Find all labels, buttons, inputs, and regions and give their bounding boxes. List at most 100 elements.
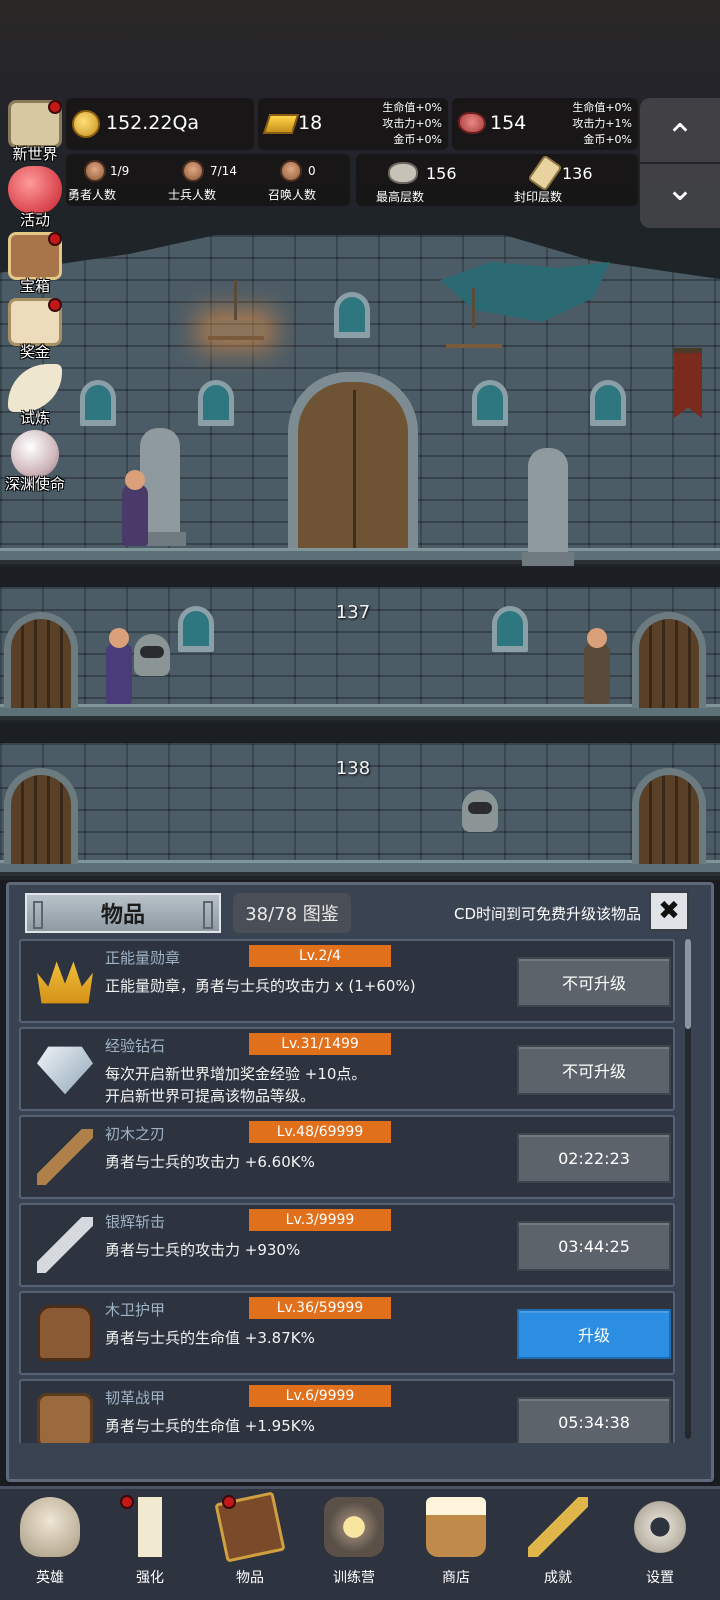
- window: [492, 606, 528, 652]
- floor-up-button[interactable]: ⌃: [640, 98, 720, 162]
- upgrade-button[interactable]: 升级: [517, 1309, 671, 1359]
- lantern-icon: [324, 1497, 384, 1557]
- gold-bonus-atk: 攻击力+0%: [382, 117, 442, 130]
- summon-icon: [280, 160, 302, 182]
- summon-count: 0: [308, 164, 316, 178]
- nav-shop[interactable]: 商店: [406, 1489, 506, 1600]
- nav-achievements[interactable]: 成就: [508, 1489, 608, 1600]
- meat-value: 154: [490, 112, 527, 134]
- floor-gap: [0, 723, 720, 743]
- item-level: Lv.48/69999: [249, 1121, 391, 1143]
- nav-training-camp[interactable]: 训练营: [304, 1489, 404, 1600]
- side-menu-events[interactable]: 活动: [0, 164, 70, 230]
- mug-icon: [426, 1497, 486, 1557]
- scroll-icon: [527, 154, 563, 192]
- nav-label: 强化: [136, 1570, 164, 1586]
- floor-number: 138: [335, 758, 371, 779]
- coin-counter: 152.22Qa: [66, 98, 254, 150]
- floor-gap: [0, 567, 720, 587]
- list-scrollbar[interactable]: [685, 939, 691, 1439]
- side-menu-label: 新世界: [12, 145, 58, 163]
- sealed-floor-label: 封印层数: [514, 190, 563, 204]
- diamond-icon: [37, 1046, 93, 1095]
- item-row: 经验钻石 Lv.31/1499 每次开启新世界增加奖金经验 +10点。 开启新世…: [19, 1027, 675, 1111]
- cooldown-timer-button[interactable]: 05:34:38: [517, 1397, 671, 1443]
- key-icon: [528, 1497, 588, 1557]
- nav-label: 成就: [544, 1570, 572, 1586]
- feather-icon: [8, 364, 62, 412]
- nav-settings[interactable]: 设置: [610, 1489, 710, 1600]
- side-menu-label: 奖金: [19, 343, 50, 361]
- lit-chandelier: [208, 280, 264, 340]
- side-menu-label: 宝箱: [19, 277, 50, 295]
- floor-stats: 156 最高层数 136 封印层数: [356, 154, 638, 206]
- side-menu-trial[interactable]: 试炼: [0, 362, 70, 428]
- nav-heroes[interactable]: 英雄: [0, 1489, 100, 1600]
- coin-icon: [72, 110, 100, 138]
- ghost-enemy: [462, 790, 498, 832]
- bottom-nav: 英雄 强化 物品 训练营 商店 成就 设置: [0, 1486, 720, 1600]
- nav-enhance[interactable]: 强化: [100, 1489, 200, 1600]
- close-button[interactable]: ✖: [649, 891, 689, 931]
- floor-down-button[interactable]: ⌄: [640, 164, 720, 228]
- side-menu-label: 试炼: [19, 409, 50, 427]
- meat-bonus-atk: 攻击力+1%: [572, 117, 632, 130]
- nav-label: 商店: [442, 1570, 470, 1586]
- floor-middle: [0, 704, 720, 720]
- item-row: 银辉斩击 Lv.3/9999 勇者与士兵的攻击力 +930% 03:44:25: [19, 1203, 675, 1287]
- armor-icon: [37, 1305, 93, 1361]
- main-gate: [288, 372, 418, 548]
- game-scene: 137 138 152.22Qa 18 生命值+0% 攻击力+0% 金币+0% …: [0, 0, 720, 880]
- side-menu-chest[interactable]: 宝箱: [0, 230, 70, 296]
- item-list[interactable]: 正能量勋章 Lv.2/4 正能量勋章，勇者与士兵的攻击力 x (1+60%) 不…: [19, 939, 679, 1443]
- meat-icon: [458, 112, 486, 134]
- side-door: [632, 768, 706, 864]
- nav-label: 设置: [646, 1570, 674, 1586]
- leather-armor-icon: [37, 1393, 93, 1443]
- scroll-thumb[interactable]: [685, 939, 691, 1029]
- cooldown-timer-button[interactable]: 03:44:25: [517, 1221, 671, 1271]
- window: [590, 380, 626, 426]
- upgrade-disabled-button[interactable]: 不可升级: [517, 1045, 671, 1095]
- item-name: 韧革战甲: [105, 1389, 166, 1407]
- notification-dot: [48, 100, 62, 114]
- side-menu-label: 活动: [19, 211, 50, 229]
- notification-dot: [120, 1495, 134, 1509]
- witch-character: [106, 628, 132, 704]
- summon-count-label: 召唤人数: [268, 188, 317, 202]
- nav-label: 英雄: [36, 1570, 64, 1586]
- item-row: 韧革战甲 Lv.6/9999 勇者与士兵的生命值 +1.95K% 05:34:3…: [19, 1379, 675, 1443]
- window: [80, 380, 116, 426]
- items-tab[interactable]: 物品: [25, 893, 221, 933]
- gold-counter: 18 生命值+0% 攻击力+0% 金币+0%: [258, 98, 448, 150]
- side-door: [4, 612, 78, 708]
- floor-top: [0, 548, 720, 564]
- side-door: [632, 612, 706, 708]
- gold-bonus-hp: 生命值+0%: [382, 101, 442, 114]
- item-level: Lv.2/4: [249, 945, 391, 967]
- nav-label: 训练营: [333, 1570, 375, 1586]
- soldier-icon: [182, 160, 204, 182]
- soldier-count: 7/14: [210, 164, 237, 178]
- item-name: 正能量勋章: [105, 949, 181, 967]
- upgrade-disabled-button[interactable]: 不可升级: [517, 957, 671, 1007]
- collection-count[interactable]: 38/78 图鉴: [233, 893, 351, 933]
- hero-count-label: 勇者人数: [68, 188, 117, 202]
- nav-items[interactable]: 物品: [200, 1489, 300, 1600]
- meat-counter: 154 生命值+0% 攻击力+1% 金币+0%: [452, 98, 638, 150]
- side-menu-abyss-mission[interactable]: 深渊使命: [0, 428, 70, 494]
- item-row: 木卫护甲 Lv.36/59999 勇者与士兵的生命值 +3.87K% 升级: [19, 1291, 675, 1375]
- side-menu-bonus[interactable]: 奖金: [0, 296, 70, 362]
- gold-bonus-coin: 金币+0%: [393, 133, 442, 146]
- item-name: 初木之刃: [105, 1125, 166, 1143]
- crown-icon: [37, 961, 93, 1004]
- notification-dot: [222, 1495, 236, 1509]
- item-row: 初木之刃 Lv.48/69999 勇者与士兵的攻击力 +6.60K% 02:22…: [19, 1115, 675, 1199]
- meat-bonus-coin: 金币+0%: [583, 133, 632, 146]
- item-desc: 每次开启新世界增加奖金经验 +10点。 开启新世界可提高该物品等级。: [105, 1065, 367, 1105]
- item-level: Lv.3/9999: [249, 1209, 391, 1231]
- window: [198, 380, 234, 426]
- window: [178, 606, 214, 652]
- cooldown-timer-button[interactable]: 02:22:23: [517, 1133, 671, 1183]
- side-menu-new-world[interactable]: 新世界: [0, 98, 70, 164]
